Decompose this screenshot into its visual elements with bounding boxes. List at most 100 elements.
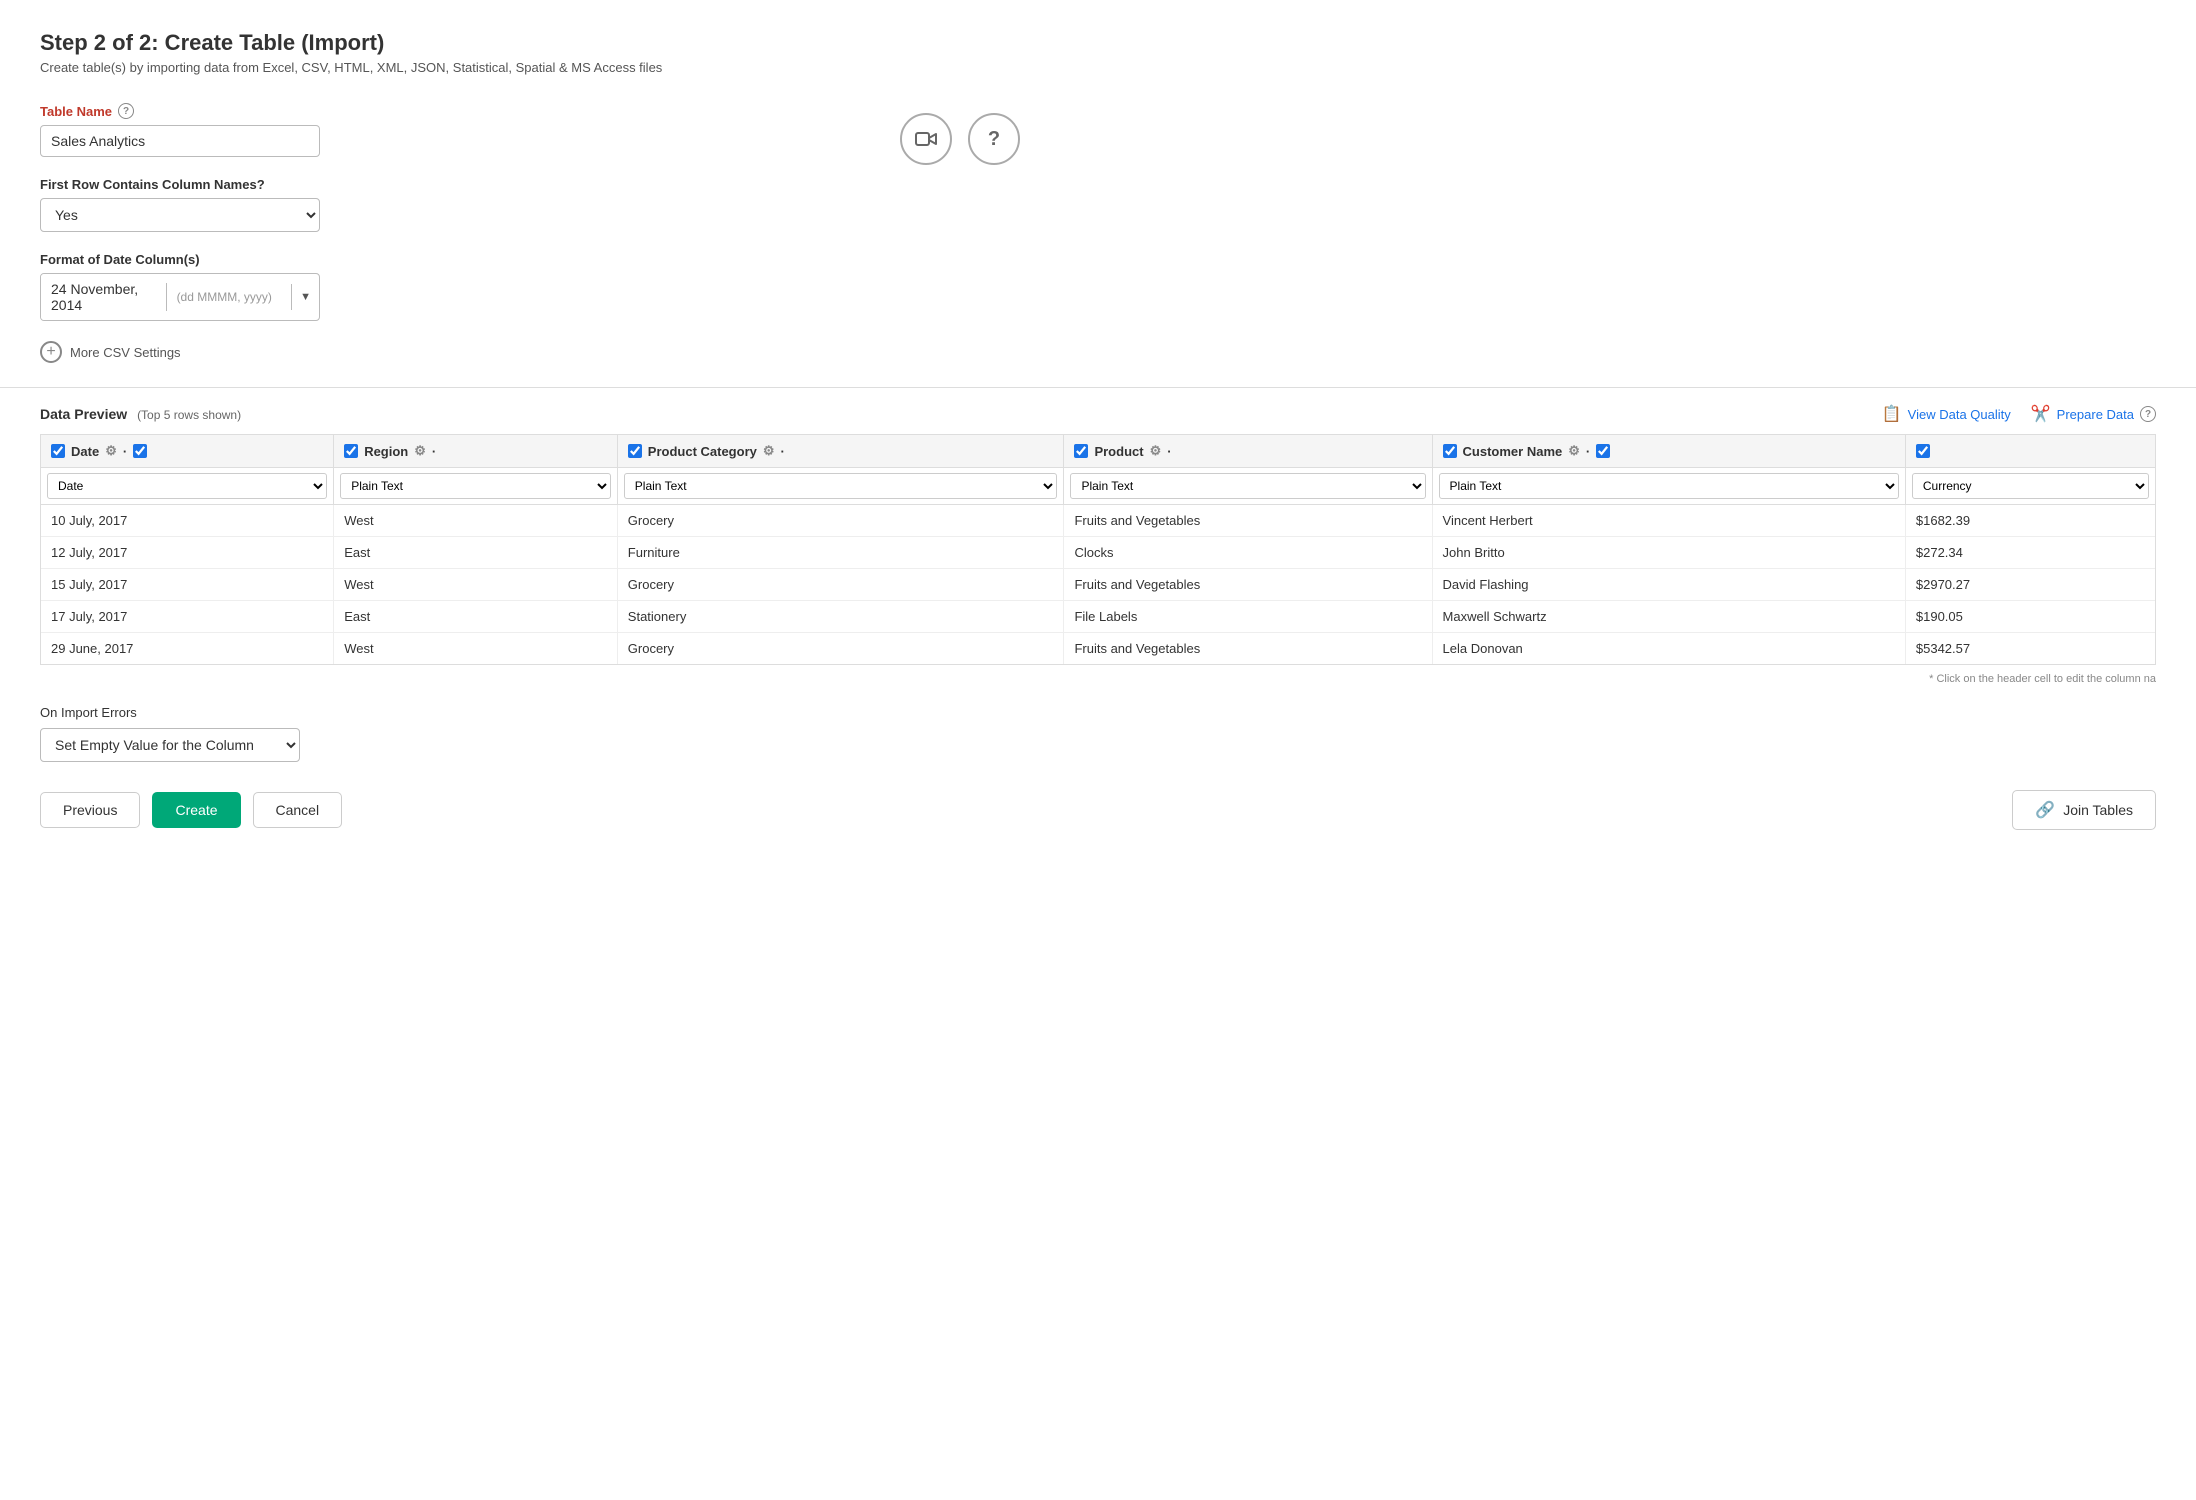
prepare-data-help-icon[interactable]: ?: [2140, 406, 2156, 422]
create-button[interactable]: Create: [152, 792, 240, 828]
table-cell: $190.05: [1905, 601, 2155, 633]
data-preview-subtitle: (Top 5 rows shown): [137, 408, 241, 422]
col-checkbox-customer-name2[interactable]: [1596, 444, 1610, 458]
table-cell: Furniture: [617, 537, 1064, 569]
section-divider: [0, 387, 2196, 388]
table-cell: John Britto: [1432, 537, 1905, 569]
table-cell: West: [334, 633, 618, 665]
table-name-field: Table Name ?: [40, 103, 860, 157]
col-type-region[interactable]: Plain Text Date Number: [334, 468, 618, 505]
view-data-quality-link[interactable]: 📋 View Data Quality: [1882, 404, 2011, 424]
table-cell: Lela Donovan: [1432, 633, 1905, 665]
data-preview-header: Data Preview (Top 5 rows shown) 📋 View D…: [40, 404, 2156, 424]
col-checkbox-product-category[interactable]: [628, 444, 642, 458]
table-cell: 10 July, 2017: [41, 505, 334, 537]
col-settings-region[interactable]: ⚙: [414, 443, 426, 459]
data-quality-icon: 📋: [1882, 404, 1902, 424]
date-format-row: 24 November, 2014 (dd MMMM, yyyy) ▼: [40, 273, 320, 321]
preview-actions: 📋 View Data Quality ✂️ Prepare Data ?: [1882, 404, 2156, 424]
col-checkbox-region[interactable]: [344, 444, 358, 458]
col-settings-customer-name[interactable]: ⚙: [1568, 443, 1580, 459]
previous-button[interactable]: Previous: [40, 792, 140, 828]
col-header-region[interactable]: Region ⚙ ·: [334, 435, 618, 468]
table-cell: West: [334, 569, 618, 601]
type-select-amount[interactable]: Currency Plain Text Number: [1912, 473, 2149, 499]
table-cell: East: [334, 537, 618, 569]
video-button[interactable]: [900, 113, 952, 165]
col-settings-date[interactable]: ⚙: [105, 443, 117, 459]
table-cell: $1682.39: [1905, 505, 2155, 537]
table-row: 12 July, 2017EastFurnitureClocksJohn Bri…: [41, 537, 2155, 569]
join-tables-button[interactable]: 🔗 Join Tables: [2012, 790, 2156, 830]
table-cell: Fruits and Vegetables: [1064, 633, 1432, 665]
data-table-wrapper: Date ⚙ · Region ⚙ ·: [40, 434, 2156, 665]
column-types-row: Date Plain Text Number Plain Text Date N…: [41, 468, 2155, 505]
prepare-data-link[interactable]: ✂️ Prepare Data ?: [2031, 404, 2156, 424]
type-select-product-category[interactable]: Plain Text Date Number: [624, 473, 1058, 499]
col-checkbox-date2[interactable]: [133, 444, 147, 458]
more-csv-settings[interactable]: + More CSV Settings: [40, 341, 860, 363]
col-header-product[interactable]: Product ⚙ ·: [1064, 435, 1432, 468]
col-type-amount[interactable]: Currency Plain Text Number: [1905, 468, 2155, 505]
on-import-label: On Import Errors: [40, 705, 2156, 720]
date-format-hint: (dd MMMM, yyyy): [166, 283, 292, 311]
col-checkbox-product[interactable]: [1074, 444, 1088, 458]
table-cell: Clocks: [1064, 537, 1432, 569]
table-name-help-icon[interactable]: ?: [118, 103, 134, 119]
table-cell: Grocery: [617, 569, 1064, 601]
type-select-product[interactable]: Plain Text Date Number: [1070, 473, 1425, 499]
bottom-actions: Previous Create Cancel 🔗 Join Tables: [40, 790, 2156, 830]
table-cell: Maxwell Schwartz: [1432, 601, 1905, 633]
date-dropdown-icon[interactable]: ▼: [291, 284, 319, 310]
col-type-product[interactable]: Plain Text Date Number: [1064, 468, 1432, 505]
help-button[interactable]: ?: [968, 113, 1020, 165]
data-preview-title-group: Data Preview (Top 5 rows shown): [40, 406, 241, 422]
col-header-date[interactable]: Date ⚙ ·: [41, 435, 334, 468]
table-row: 10 July, 2017WestGroceryFruits and Veget…: [41, 505, 2155, 537]
table-cell: 17 July, 2017: [41, 601, 334, 633]
col-checkbox-date[interactable]: [51, 444, 65, 458]
join-icon: 🔗: [2035, 800, 2055, 820]
col-settings-product-category[interactable]: ⚙: [763, 443, 775, 459]
table-row: 17 July, 2017EastStationeryFile LabelsMa…: [41, 601, 2155, 633]
col-header-amount[interactable]: [1905, 435, 2155, 468]
table-name-input[interactable]: [40, 125, 320, 157]
col-checkbox-customer-name[interactable]: [1443, 444, 1457, 458]
table-cell: 12 July, 2017: [41, 537, 334, 569]
table-cell: File Labels: [1064, 601, 1432, 633]
col-header-product-category[interactable]: Product Category ⚙ ·: [617, 435, 1064, 468]
col-type-customer-name[interactable]: Plain Text Date Number: [1432, 468, 1905, 505]
right-panel: ?: [900, 103, 1020, 165]
video-icon: [915, 130, 937, 148]
on-import-section: On Import Errors Set Empty Value for the…: [40, 705, 2156, 762]
page-title: Step 2 of 2: Create Table (Import): [40, 30, 2156, 56]
type-select-customer-name[interactable]: Plain Text Date Number: [1439, 473, 1899, 499]
table-cell: $2970.27: [1905, 569, 2155, 601]
data-preview-title: Data Preview: [40, 406, 127, 422]
col-checkbox-amount[interactable]: [1916, 444, 1930, 458]
table-cell: David Flashing: [1432, 569, 1905, 601]
date-format-label: Format of Date Column(s): [40, 252, 860, 267]
data-preview-table: Date ⚙ · Region ⚙ ·: [41, 435, 2155, 664]
table-cell: East: [334, 601, 618, 633]
first-row-select[interactable]: Yes No: [40, 198, 320, 232]
col-header-customer-name[interactable]: Customer Name ⚙ ·: [1432, 435, 1905, 468]
table-cell: $5342.57: [1905, 633, 2155, 665]
date-format-field: Format of Date Column(s) 24 November, 20…: [40, 252, 860, 321]
table-cell: Stationery: [617, 601, 1064, 633]
table-row: 15 July, 2017WestGroceryFruits and Veget…: [41, 569, 2155, 601]
first-row-label: First Row Contains Column Names?: [40, 177, 860, 192]
table-cell: West: [334, 505, 618, 537]
col-type-date[interactable]: Date Plain Text Number: [41, 468, 334, 505]
type-select-region[interactable]: Plain Text Date Number: [340, 473, 611, 499]
table-row: 29 June, 2017WestGroceryFruits and Veget…: [41, 633, 2155, 665]
table-cell: 29 June, 2017: [41, 633, 334, 665]
col-type-product-category[interactable]: Plain Text Date Number: [617, 468, 1064, 505]
prepare-data-icon: ✂️: [2031, 404, 2051, 424]
cancel-button[interactable]: Cancel: [253, 792, 343, 828]
col-settings-product[interactable]: ⚙: [1150, 443, 1162, 459]
table-cell: Fruits and Vegetables: [1064, 505, 1432, 537]
type-select-date[interactable]: Date Plain Text Number: [47, 473, 327, 499]
table-cell: Grocery: [617, 505, 1064, 537]
on-import-select[interactable]: Set Empty Value for the Column Skip Row …: [40, 728, 300, 762]
